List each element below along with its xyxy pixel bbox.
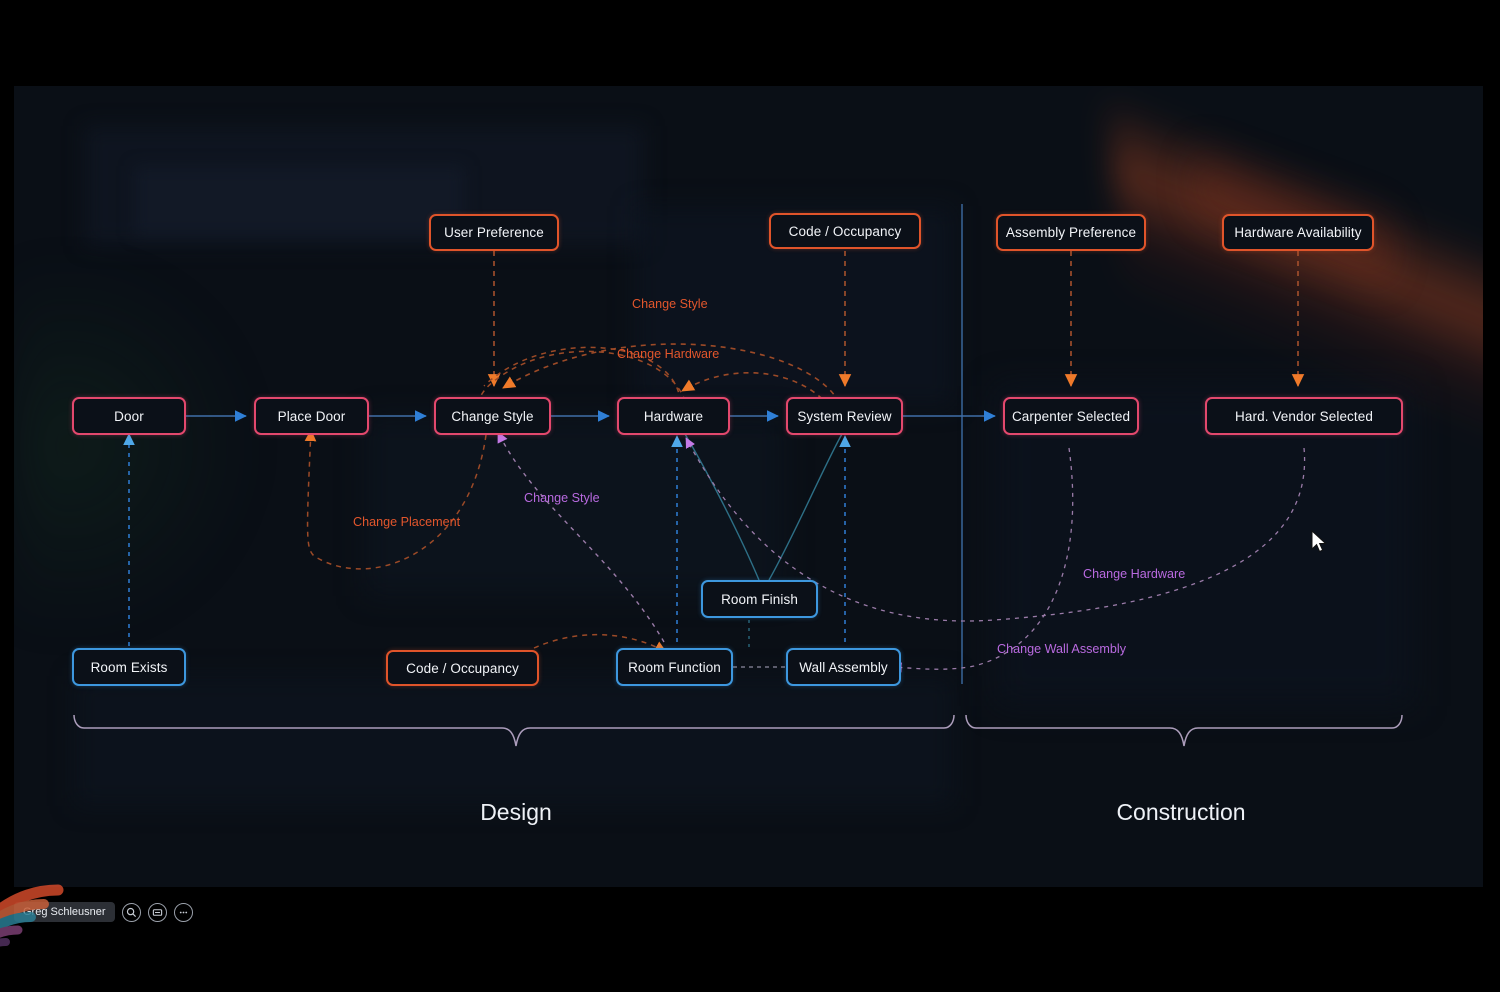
more-glyph (179, 911, 187, 913)
edge-layer (73, 204, 1403, 747)
node-carpenter-selected[interactable]: Carpenter Selected (1003, 397, 1139, 435)
node-room-exists[interactable]: Room Exists (72, 648, 186, 686)
node-hardware-availability[interactable]: Hardware Availability (1222, 214, 1374, 251)
presentation-glyph (152, 908, 162, 916)
phase-label-construction: Construction (1116, 799, 1246, 825)
node-room-function[interactable]: Room Function (616, 648, 733, 686)
node-assembly-preference[interactable]: Assembly Preference (996, 214, 1146, 251)
node-system-review[interactable]: System Review (786, 397, 903, 435)
screen: Door Place Door Change Style Hardware System… (0, 0, 1500, 974)
presentation-icon[interactable] (147, 902, 167, 922)
user-toolbar[interactable]: Greg Schleusner (14, 902, 193, 922)
search-icon[interactable] (121, 902, 141, 922)
node-room-finish[interactable]: Room Finish (701, 580, 818, 618)
user-name-chip[interactable]: Greg Schleusner (14, 902, 115, 922)
edge-label: Change Wall Assembly (997, 642, 1127, 656)
node-change-style[interactable]: Change Style (434, 397, 551, 435)
phase-label-design: Design (480, 799, 552, 825)
node-wall-assembly[interactable]: Wall Assembly (786, 648, 901, 686)
node-code-occupancy-bottom[interactable]: Code / Occupancy (386, 650, 539, 686)
node-place-door[interactable]: Place Door (254, 397, 369, 435)
edge-label: Change Style (524, 491, 600, 505)
edge-label: Change Style (632, 297, 708, 311)
search-glyph (126, 907, 136, 917)
more-icon[interactable] (173, 902, 193, 922)
node-hardware[interactable]: Hardware (617, 397, 730, 435)
edge-label: Change Placement (353, 515, 461, 529)
node-user-preference[interactable]: User Preference (429, 214, 559, 251)
node-door[interactable]: Door (72, 397, 186, 435)
node-hardware-vendor-selected[interactable]: Hard. Vendor Selected (1205, 397, 1403, 435)
diagram-canvas[interactable]: Door Place Door Change Style Hardware System… (14, 86, 1483, 887)
node-code-occupancy-top[interactable]: Code / Occupancy (769, 213, 921, 249)
edge-label: Change Hardware (1083, 567, 1186, 581)
edge-label: Change Hardware (617, 347, 720, 361)
